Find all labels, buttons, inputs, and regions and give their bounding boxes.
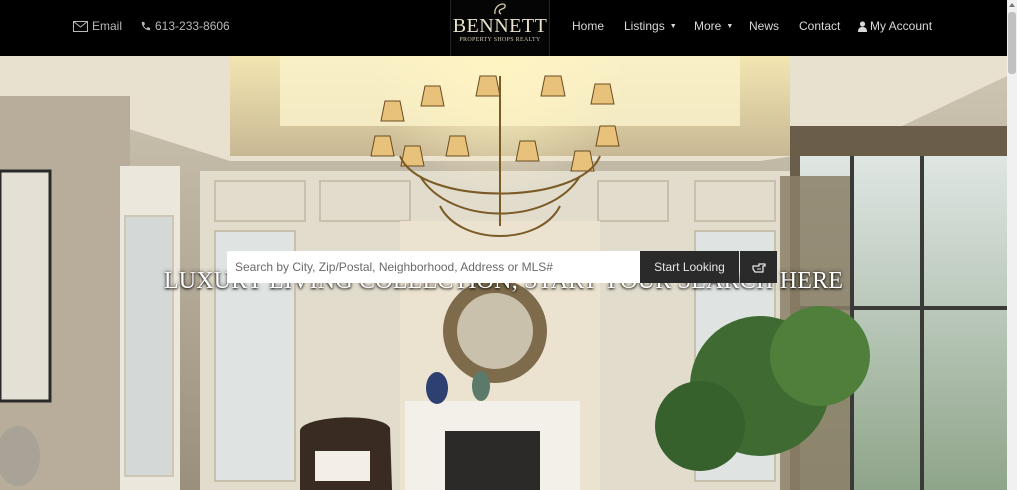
email-label: Email: [92, 19, 123, 33]
phone-number: 613-233-8606: [155, 19, 230, 33]
page-scrollbar[interactable]: [1007, 0, 1017, 490]
start-looking-button[interactable]: Start Looking: [640, 251, 739, 283]
search-go-button[interactable]: [740, 251, 777, 283]
search-input[interactable]: [227, 251, 640, 283]
nav-home[interactable]: Home: [572, 19, 604, 33]
nav-contact-label: Contact: [799, 19, 841, 33]
pointing-hand-icon: [751, 263, 766, 273]
user-icon: [858, 20, 867, 32]
nav-listings-label: Listings: [624, 19, 665, 33]
nav-contact[interactable]: Contact: [799, 19, 840, 33]
nav-listings[interactable]: Listings ▼: [624, 19, 677, 33]
nav-more-label: More: [694, 19, 722, 33]
nav-my-account-label: My Account: [870, 19, 933, 33]
logo-subtitle: PROPERTY SHOPS REALTY: [459, 37, 541, 43]
phone-link[interactable]: 613-233-8606: [140, 19, 230, 33]
nav-news-label: News: [749, 19, 780, 33]
phone-icon: [141, 21, 151, 30]
envelope-icon: [73, 20, 88, 32]
caret-down-icon: ▼: [726, 22, 734, 30]
logo-emblem-icon: [494, 3, 506, 15]
nav-my-account[interactable]: My Account: [858, 19, 932, 33]
scrollbar-thumb[interactable]: [1008, 12, 1016, 74]
caret-down-icon: ▼: [669, 22, 677, 30]
logo-name: BENNETT: [452, 15, 548, 37]
email-link[interactable]: Email: [73, 19, 122, 33]
nav-home-label: Home: [572, 19, 605, 33]
top-navigation-bar: Email 613-233-8606 BENNETT PROPERTY SHOP…: [0, 0, 1007, 56]
nav-news[interactable]: News: [749, 19, 779, 33]
bennett-logo[interactable]: BENNETT PROPERTY SHOPS REALTY: [450, 0, 550, 56]
scroll-up-arrow-icon[interactable]: [1007, 0, 1017, 10]
nav-more[interactable]: More ▼: [694, 19, 733, 33]
